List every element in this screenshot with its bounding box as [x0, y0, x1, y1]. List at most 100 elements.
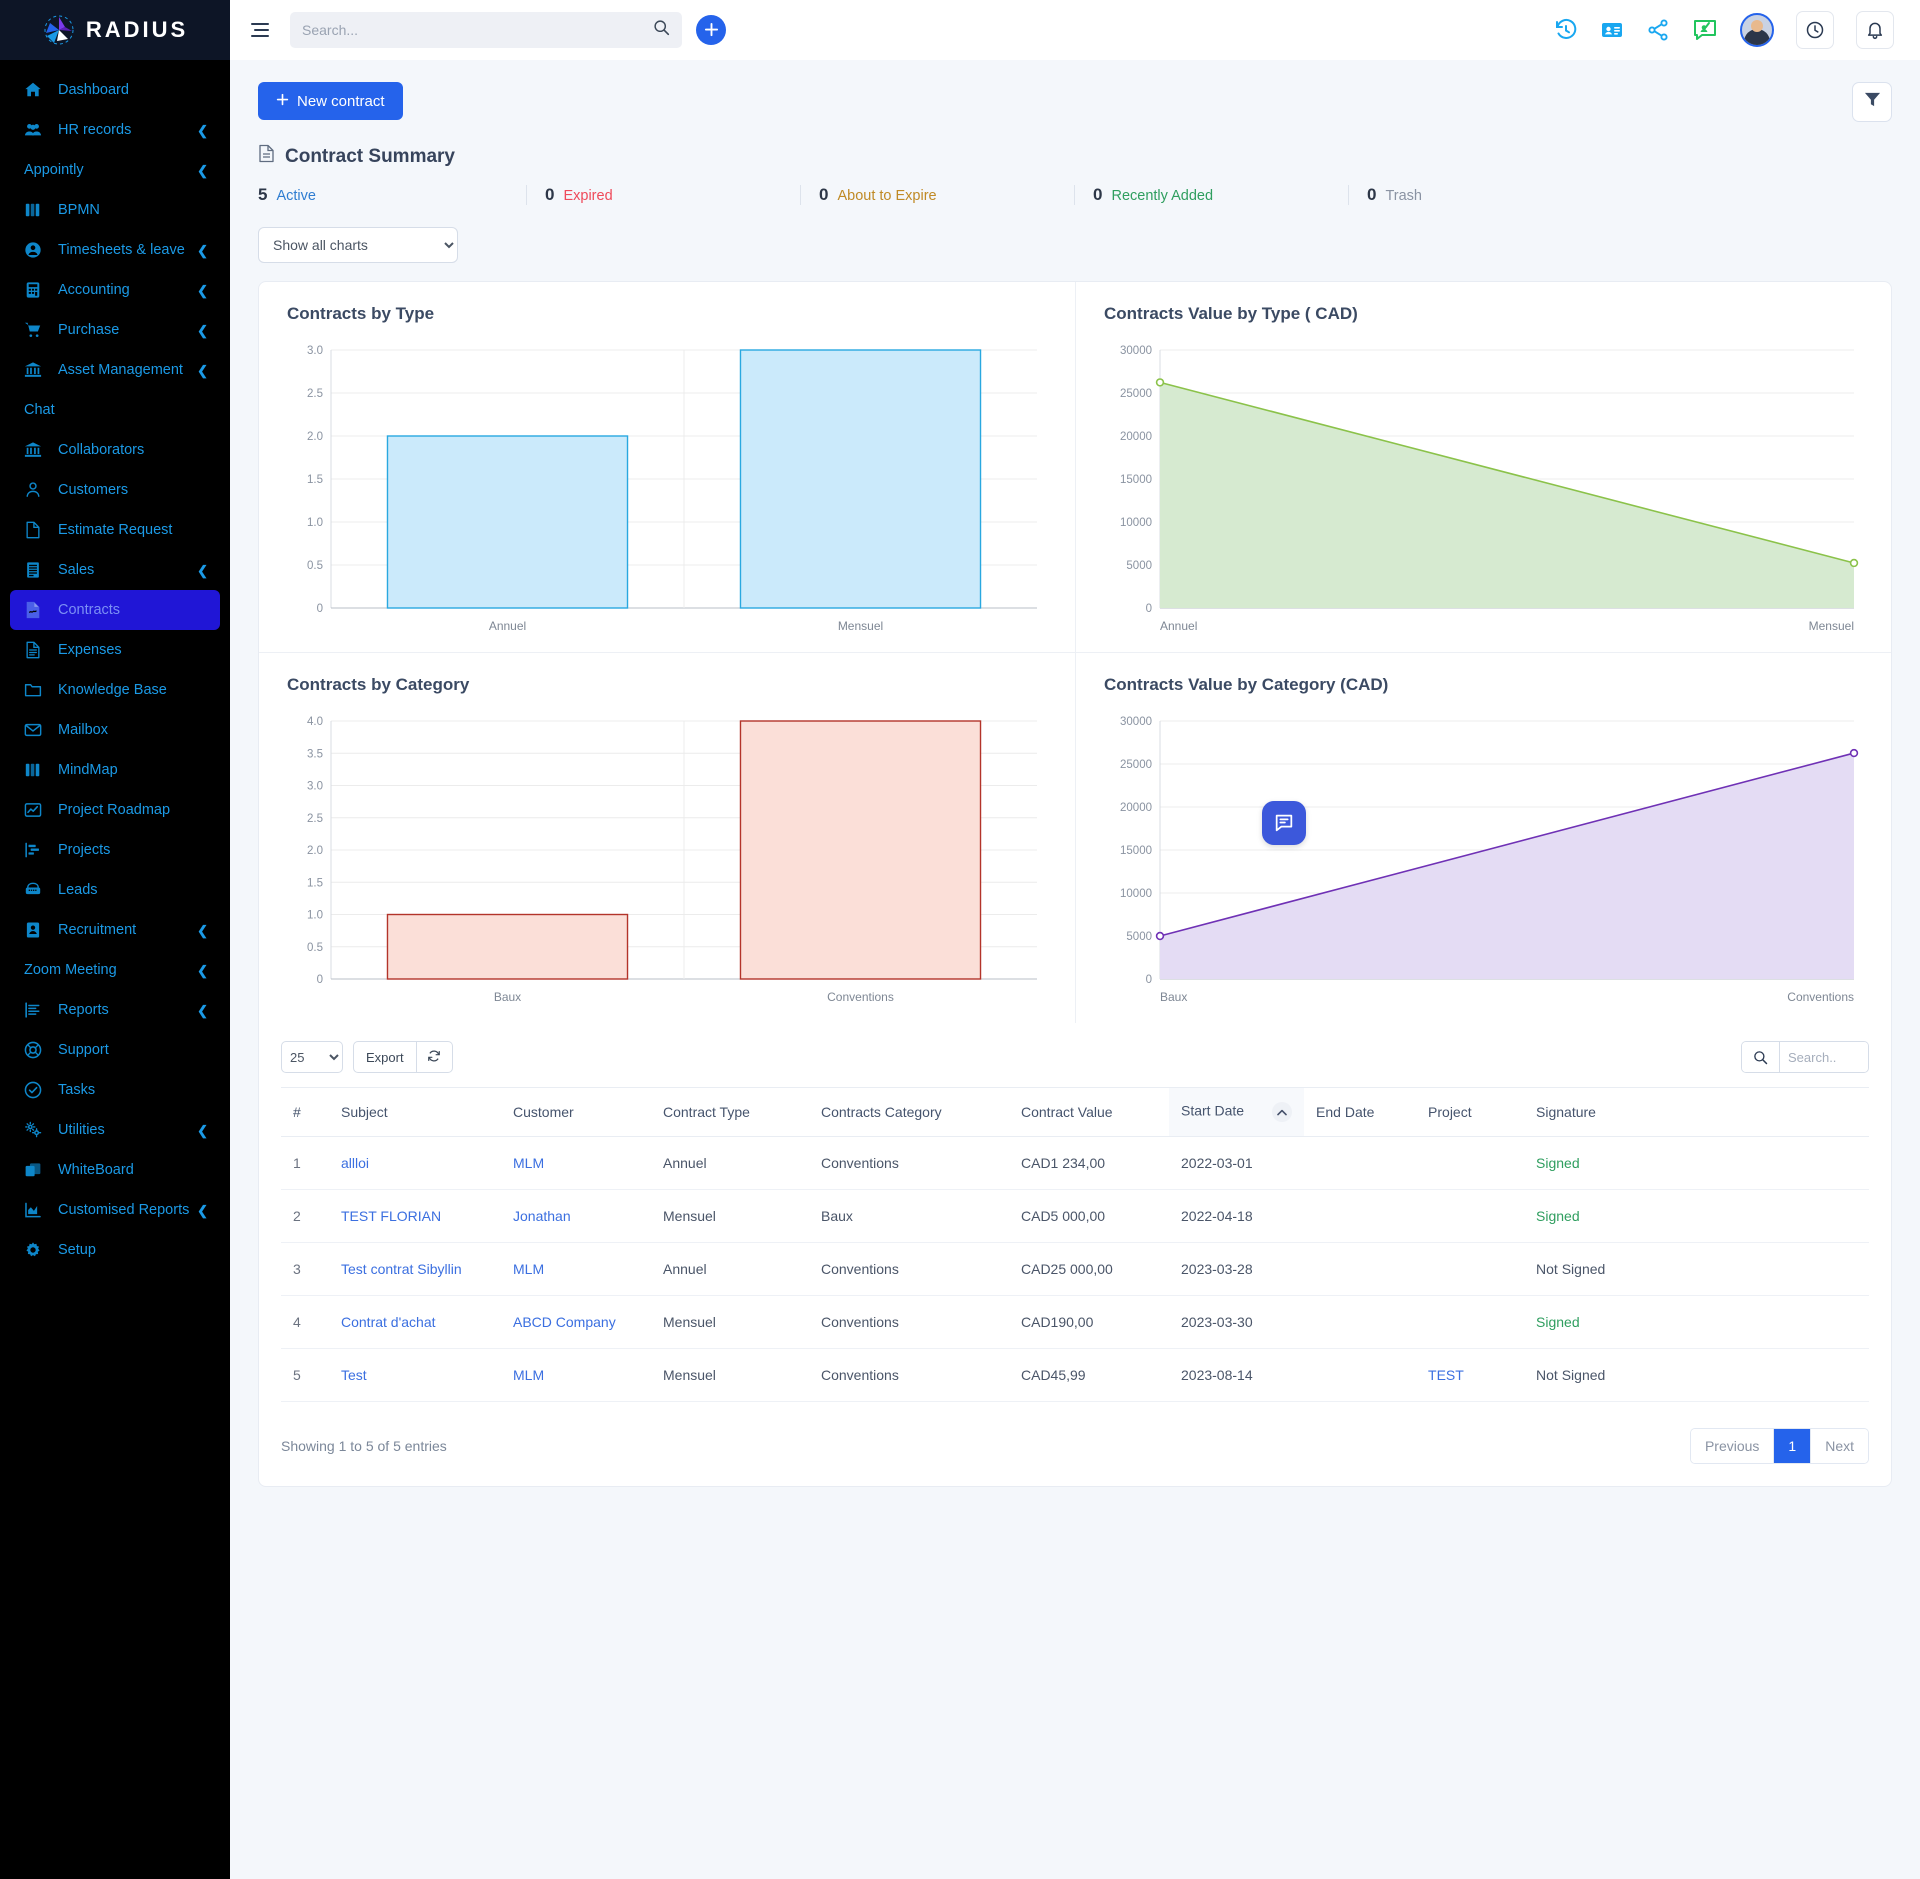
search-input[interactable]	[302, 22, 653, 38]
summary-stat-active[interactable]: 5 Active	[258, 185, 526, 205]
sidebar-item-timesheets-leave[interactable]: Timesheets & leave ❮	[10, 230, 220, 270]
sidebar-item-asset-management[interactable]: Asset Management ❮	[10, 350, 220, 390]
sidebar-item-zoom-meeting[interactable]: Zoom Meeting ❮	[10, 950, 220, 990]
summary-stat-trash[interactable]: 0 Trash	[1348, 185, 1622, 205]
sidebar-item-accounting[interactable]: Accounting ❮	[10, 270, 220, 310]
sidebar-item-customers[interactable]: Customers	[10, 470, 220, 510]
cell-subject[interactable]: Test	[329, 1348, 501, 1402]
chart-filter-select[interactable]: Show all charts	[258, 227, 458, 263]
sidebar-item-utilities[interactable]: Utilities ❮	[10, 1110, 220, 1150]
sidebar-item-sales[interactable]: Sales ❮	[10, 550, 220, 590]
contact-card-icon[interactable]	[1600, 18, 1624, 42]
pagination-previous[interactable]: Previous	[1690, 1429, 1775, 1463]
sidebar-item-bpmn[interactable]: BPMN	[10, 190, 220, 230]
cell-customer[interactable]: ABCD Company	[501, 1295, 651, 1349]
chevron-left-icon[interactable]: ❮	[197, 244, 208, 257]
sidebar-item-project-roadmap[interactable]: Project Roadmap	[10, 790, 220, 830]
global-search[interactable]	[290, 12, 682, 48]
chevron-left-icon[interactable]: ❮	[197, 1204, 208, 1217]
new-contract-button[interactable]: New contract	[258, 82, 403, 120]
table-row[interactable]: 3 Test contrat Sibyllin MLM Annuel Conventio…	[281, 1242, 1869, 1296]
cell-subject[interactable]: TEST FLORIAN	[329, 1189, 501, 1243]
column-header-signature[interactable]: Signature	[1524, 1087, 1869, 1137]
sidebar-item-purchase[interactable]: Purchase ❮	[10, 310, 220, 350]
link-customer[interactable]: MLM	[513, 1367, 544, 1383]
column-header-project[interactable]: Project	[1416, 1087, 1525, 1137]
chevron-left-icon[interactable]: ❮	[197, 364, 208, 377]
summary-stat-expired[interactable]: 0 Expired	[526, 185, 800, 205]
search-icon[interactable]	[653, 19, 670, 41]
sidebar-item-projects[interactable]: Projects	[10, 830, 220, 870]
search-icon[interactable]	[1742, 1042, 1780, 1072]
sidebar-item-collaborators[interactable]: Collaborators	[10, 430, 220, 470]
column-header-end-date[interactable]: End Date	[1304, 1087, 1417, 1137]
brand-logo-area[interactable]: RADIUS	[0, 0, 230, 60]
chevron-left-icon[interactable]: ❮	[197, 164, 208, 177]
link-subject[interactable]: Test contrat Sibyllin	[341, 1261, 462, 1277]
sidebar-item-setup[interactable]: Setup	[10, 1230, 220, 1270]
summary-stat-recently-added[interactable]: 0 Recently Added	[1074, 185, 1348, 205]
filter-button[interactable]	[1852, 82, 1892, 122]
chevron-left-icon[interactable]: ❮	[197, 964, 208, 977]
summary-stat-about-to-expire[interactable]: 0 About to Expire	[800, 185, 1074, 205]
link-project[interactable]: TEST	[1428, 1367, 1464, 1383]
avatar[interactable]	[1740, 13, 1774, 47]
table-row[interactable]: 1 allloi MLM Annuel Conventions CAD1 234,00 20…	[281, 1136, 1869, 1190]
table-search-input[interactable]	[1780, 1042, 1868, 1072]
chat-fab-button[interactable]	[1262, 801, 1306, 845]
sidebar-item-hr-records[interactable]: HR records ❮	[10, 110, 220, 150]
cell-subject[interactable]: Contrat d'achat	[329, 1295, 501, 1349]
column-header-contracts-category[interactable]: Contracts Category	[809, 1087, 1009, 1137]
sidebar-item-chat[interactable]: Chat	[10, 390, 220, 430]
link-customer[interactable]: Jonathan	[513, 1208, 571, 1224]
sidebar-item-expenses[interactable]: Expenses	[10, 630, 220, 670]
chevron-left-icon[interactable]: ❮	[197, 124, 208, 137]
sidebar-item-customised-reports[interactable]: Customised Reports ❮	[10, 1190, 220, 1230]
sidebar-item-estimate-request[interactable]: Estimate Request	[10, 510, 220, 550]
chevron-left-icon[interactable]: ❮	[197, 284, 208, 297]
sidebar-item-contracts[interactable]: Contracts	[10, 590, 220, 630]
link-subject[interactable]: TEST FLORIAN	[341, 1208, 441, 1224]
sidebar-item-tasks[interactable]: Tasks	[10, 1070, 220, 1110]
cell-customer[interactable]: MLM	[501, 1242, 651, 1296]
sidebar-item-recruitment[interactable]: Recruitment ❮	[10, 910, 220, 950]
bell-icon[interactable]	[1856, 11, 1894, 49]
chat-check-icon[interactable]	[1692, 17, 1718, 43]
cell-project[interactable]: TEST	[1416, 1348, 1525, 1402]
table-row[interactable]: 4 Contrat d'achat ABCD Company Mensuel Conve…	[281, 1295, 1869, 1349]
sidebar-item-support[interactable]: Support	[10, 1030, 220, 1070]
column-header-subject[interactable]: Subject	[329, 1087, 501, 1137]
sidebar-item-knowledge-base[interactable]: Knowledge Base	[10, 670, 220, 710]
table-row[interactable]: 5 Test MLM Mensuel Conventions CAD45,99 2023-0…	[281, 1348, 1869, 1402]
cell-customer[interactable]: MLM	[501, 1136, 651, 1190]
page-length-select[interactable]: 25	[281, 1041, 343, 1073]
sidebar-item-leads[interactable]: Leads	[10, 870, 220, 910]
sidebar-item-mailbox[interactable]: Mailbox	[10, 710, 220, 750]
column-header-start-date[interactable]: Start Date	[1169, 1087, 1305, 1137]
sidebar-item-reports[interactable]: Reports ❮	[10, 990, 220, 1030]
sidebar-item-appointly[interactable]: Appointly ❮	[10, 150, 220, 190]
chevron-left-icon[interactable]: ❮	[197, 1124, 208, 1137]
column-header-customer[interactable]: Customer	[501, 1087, 651, 1137]
export-button[interactable]: Export	[353, 1041, 417, 1073]
pagination-page-1[interactable]: 1	[1774, 1429, 1812, 1463]
share-icon[interactable]	[1646, 18, 1670, 42]
link-subject[interactable]: Contrat d'achat	[341, 1314, 436, 1330]
pagination-next[interactable]: Next	[1811, 1429, 1868, 1463]
link-customer[interactable]: ABCD Company	[513, 1314, 616, 1330]
refresh-button[interactable]	[416, 1041, 453, 1073]
add-new-button[interactable]	[696, 15, 726, 45]
link-customer[interactable]: MLM	[513, 1155, 544, 1171]
sidebar-item-dashboard[interactable]: Dashboard	[10, 70, 220, 110]
chevron-left-icon[interactable]: ❮	[197, 564, 208, 577]
table-row[interactable]: 2 TEST FLORIAN Jonathan Mensuel Baux CAD5 000…	[281, 1189, 1869, 1243]
column-header-contract-value[interactable]: Contract Value	[1009, 1087, 1169, 1137]
sidebar-item-whiteboard[interactable]: WhiteBoard	[10, 1150, 220, 1190]
column-header-contract-type[interactable]: Contract Type	[651, 1087, 809, 1137]
link-subject[interactable]: Test	[341, 1367, 367, 1383]
column-header-[interactable]: #	[281, 1087, 329, 1137]
link-customer[interactable]: MLM	[513, 1261, 544, 1277]
history-icon[interactable]	[1554, 18, 1578, 42]
chevron-left-icon[interactable]: ❮	[197, 924, 208, 937]
sidebar-item-mindmap[interactable]: MindMap	[10, 750, 220, 790]
